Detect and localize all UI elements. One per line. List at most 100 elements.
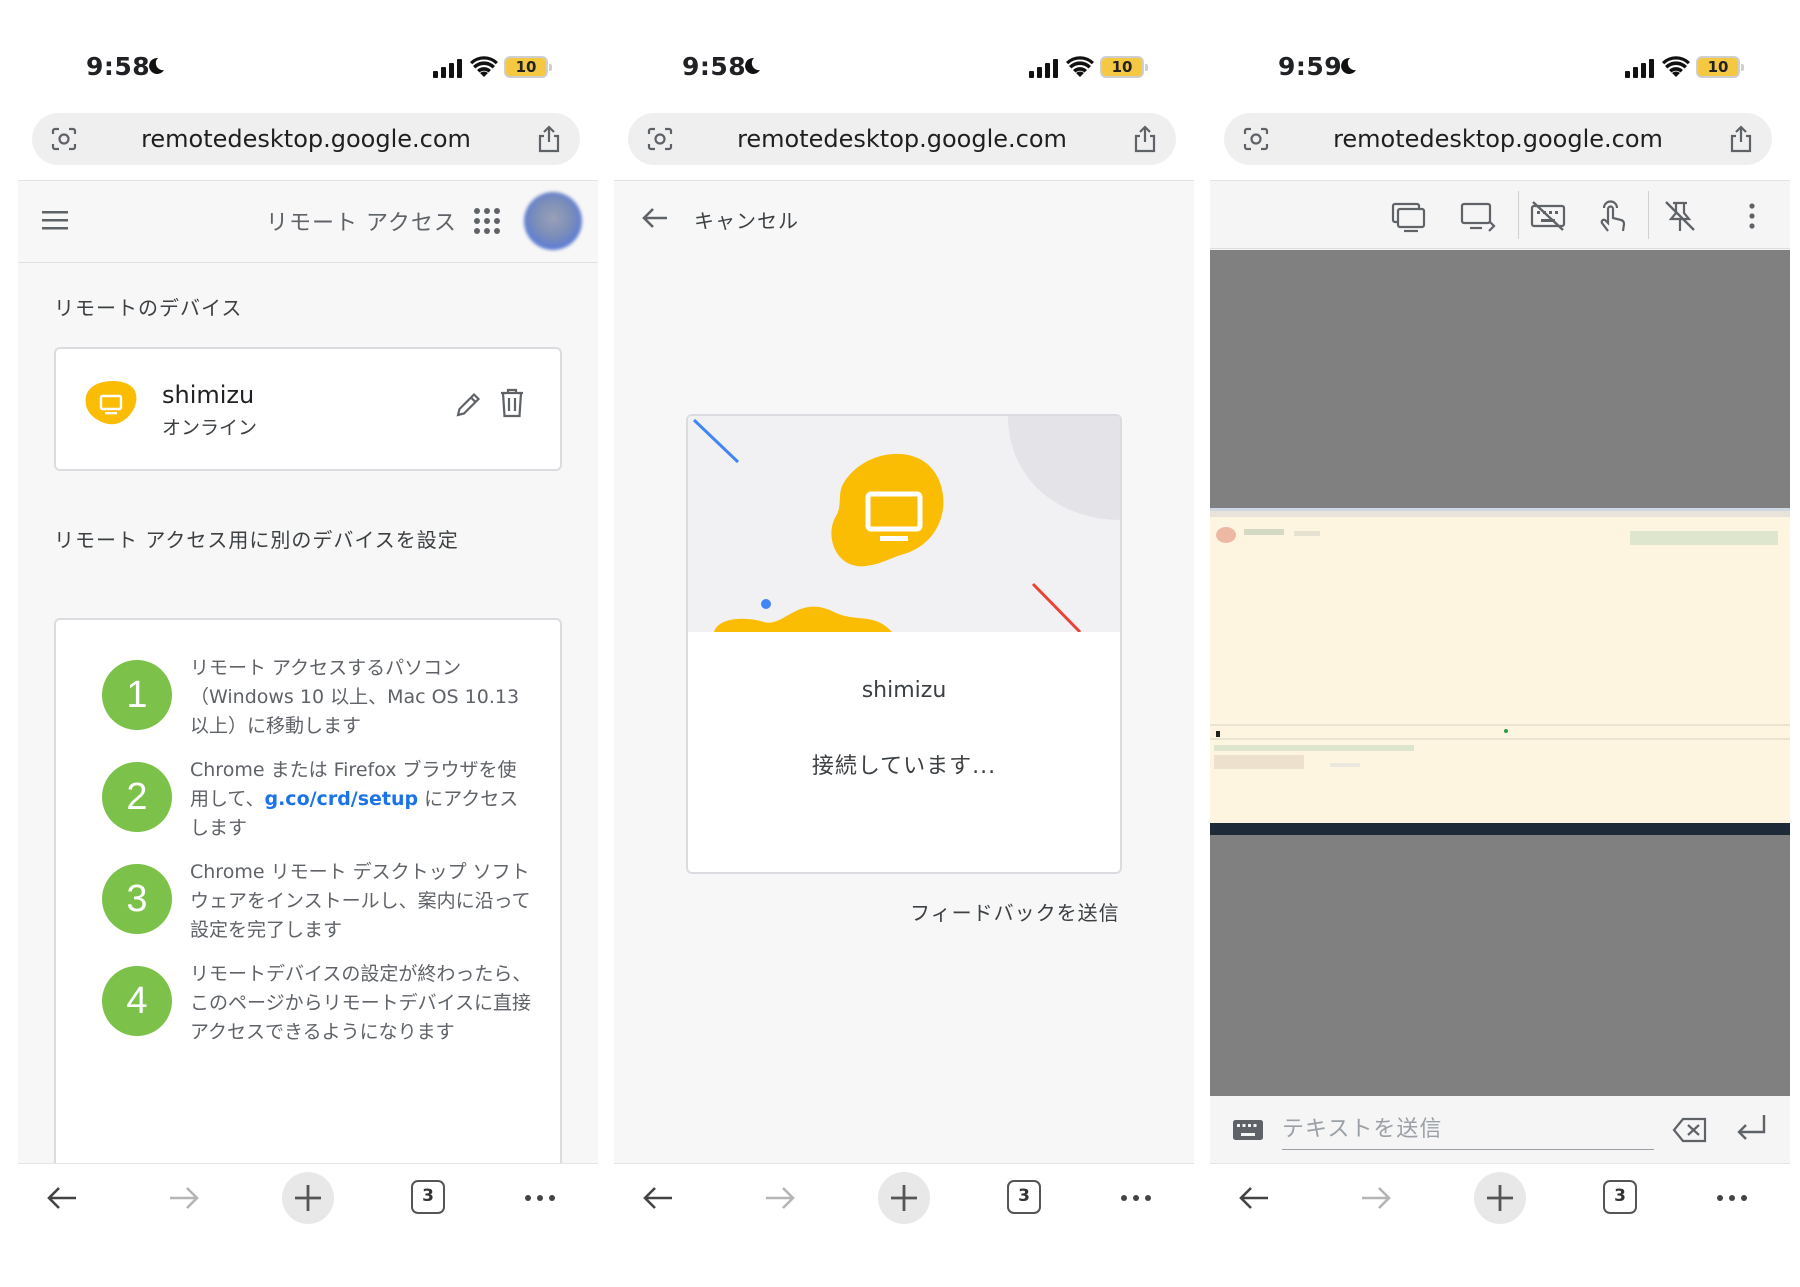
- status-bar: 9:58 10: [614, 48, 1194, 88]
- toolbar-divider: [1518, 191, 1519, 239]
- battery-icon: 10: [1100, 56, 1148, 78]
- step-text: リモートデバイスの設定が終わったら、このページからリモートデバイスに直接アクセス…: [190, 963, 532, 1043]
- url-bar[interactable]: remotedesktop.google.com: [1224, 113, 1772, 165]
- send-text-input[interactable]: [1282, 1110, 1654, 1150]
- enter-icon[interactable]: [1734, 1112, 1768, 1144]
- share-icon[interactable]: [1132, 125, 1158, 153]
- apps-grid-icon[interactable]: [473, 207, 501, 235]
- wifi-icon: [470, 56, 498, 77]
- send-text-bar: [1210, 1096, 1790, 1164]
- display-switch-icon[interactable]: [1460, 199, 1496, 233]
- plus-icon: [1487, 1185, 1513, 1211]
- touch-icon[interactable]: [1594, 199, 1630, 233]
- connecting-illustration: [688, 416, 1120, 632]
- keyboard-icon[interactable]: [1232, 1118, 1264, 1142]
- step-number: 2: [102, 762, 172, 832]
- battery-icon: 10: [504, 56, 552, 78]
- edit-pencil-icon[interactable]: [454, 389, 484, 419]
- remote-devices-heading: リモートのデバイス: [54, 296, 243, 320]
- plus-icon: [891, 1185, 917, 1211]
- status-time: 9:58: [682, 52, 747, 81]
- status-time: 9:59: [1278, 52, 1343, 81]
- cancel-label: キャンセル: [694, 209, 799, 233]
- url-bar[interactable]: remotedesktop.google.com: [628, 113, 1176, 165]
- tabs-icon[interactable]: 3: [1007, 1180, 1041, 1214]
- menu-icon[interactable]: [40, 207, 70, 233]
- new-tab-button[interactable]: [282, 1172, 334, 1224]
- back-arrow-icon[interactable]: [44, 1180, 80, 1216]
- url-bar[interactable]: remotedesktop.google.com: [32, 113, 580, 165]
- phone-screen-connecting: 9:58 10 remotedesktop.google.com キャンセル s…: [614, 0, 1194, 1287]
- more-vert-icon[interactable]: [1734, 199, 1770, 233]
- forward-arrow-icon[interactable]: [762, 1180, 798, 1216]
- app-bar: リモート アクセス: [18, 181, 598, 263]
- forward-arrow-icon[interactable]: [1358, 1180, 1394, 1216]
- step-text: Chrome または Firefox ブラウザを使用して、g.co/crd/se…: [190, 756, 535, 843]
- signal-icon: [1625, 59, 1654, 78]
- backspace-icon[interactable]: [1672, 1116, 1708, 1144]
- web-page: [1210, 180, 1790, 1164]
- web-page: キャンセル shimizu 接続しています... フィードバックを送信: [614, 180, 1194, 1163]
- device-computer-icon: [85, 381, 137, 425]
- trash-icon[interactable]: [498, 387, 526, 419]
- status-time: 9:58: [86, 52, 151, 81]
- wifi-icon: [1662, 56, 1690, 77]
- setup-steps-card: 1 リモート アクセスするパソコン（Windows 10 以上、Mac OS 1…: [54, 618, 562, 1178]
- keyboard-off-icon[interactable]: [1530, 199, 1566, 233]
- share-icon[interactable]: [536, 125, 562, 153]
- browser-toolbar: 3: [18, 1163, 598, 1235]
- back-arrow-icon[interactable]: [1236, 1180, 1272, 1216]
- phone-screen-device-list: 9:58 10 remotedesktop.google.com リモート アク…: [18, 0, 598, 1287]
- remote-toolbar: [1210, 181, 1790, 249]
- remote-taskbar[interactable]: [1210, 823, 1790, 835]
- plus-icon: [295, 1185, 321, 1211]
- device-card[interactable]: shimizu オンライン: [54, 347, 562, 471]
- tabs-icon[interactable]: 3: [411, 1180, 445, 1214]
- avatar[interactable]: [524, 192, 582, 250]
- back-arrow-icon[interactable]: [640, 1180, 676, 1216]
- url-text[interactable]: remotedesktop.google.com: [32, 125, 580, 153]
- connecting-card: shimizu 接続しています...: [686, 414, 1122, 874]
- step-text: リモート アクセスするパソコン（Windows 10 以上、Mac OS 10.…: [190, 657, 520, 737]
- moon-icon: [1341, 57, 1356, 74]
- signal-icon: [1029, 59, 1058, 78]
- status-bar: 9:59 10: [1210, 48, 1790, 88]
- display-icon[interactable]: [1390, 199, 1426, 233]
- more-dots-icon[interactable]: [1118, 1180, 1154, 1216]
- forward-arrow-icon[interactable]: [166, 1180, 202, 1216]
- wifi-icon: [1066, 56, 1094, 77]
- step-number: 3: [102, 864, 172, 934]
- url-text[interactable]: remotedesktop.google.com: [1224, 125, 1772, 153]
- step-number: 1: [102, 660, 172, 730]
- step-text: Chrome リモート デスクトップ ソフトウェアをインストールし、案内に沿って…: [190, 861, 531, 941]
- setup-heading: リモート アクセス用に別のデバイスを設定: [54, 528, 459, 552]
- status-bar: 9:58 10: [18, 48, 598, 88]
- send-feedback-link[interactable]: フィードバックを送信: [910, 897, 1120, 926]
- phone-screen-remote-session: 9:59 10 remotedesktop.google.com テキストを送信…: [1210, 0, 1790, 1287]
- moon-icon: [149, 57, 164, 74]
- device-name: shimizu: [861, 678, 947, 703]
- share-icon[interactable]: [1728, 125, 1754, 153]
- remote-screen[interactable]: [1210, 508, 1790, 835]
- url-text[interactable]: remotedesktop.google.com: [628, 125, 1176, 153]
- back-arrow-icon: [642, 208, 667, 228]
- more-dots-icon[interactable]: [1714, 1180, 1750, 1216]
- unpin-icon[interactable]: [1662, 199, 1698, 233]
- battery-icon: 10: [1696, 56, 1744, 78]
- step-number: 4: [102, 966, 172, 1036]
- signal-icon: [433, 59, 462, 78]
- app-title: リモート アクセス: [266, 211, 457, 236]
- connecting-status: 接続しています...: [811, 754, 997, 779]
- web-page: リモート アクセス リモートのデバイス shimizu オンライン リモート ア…: [18, 180, 598, 1178]
- setup-link[interactable]: g.co/crd/setup: [264, 788, 418, 810]
- remote-desktop-viewport[interactable]: [1210, 250, 1790, 1096]
- device-status: オンライン: [162, 417, 258, 439]
- new-tab-button[interactable]: [1474, 1172, 1526, 1224]
- more-dots-icon[interactable]: [522, 1180, 558, 1216]
- new-tab-button[interactable]: [878, 1172, 930, 1224]
- moon-icon: [745, 57, 760, 74]
- device-name: shimizu: [162, 381, 255, 409]
- browser-toolbar: 3: [614, 1163, 1194, 1235]
- tabs-icon[interactable]: 3: [1603, 1180, 1637, 1214]
- toolbar-divider: [1648, 191, 1649, 239]
